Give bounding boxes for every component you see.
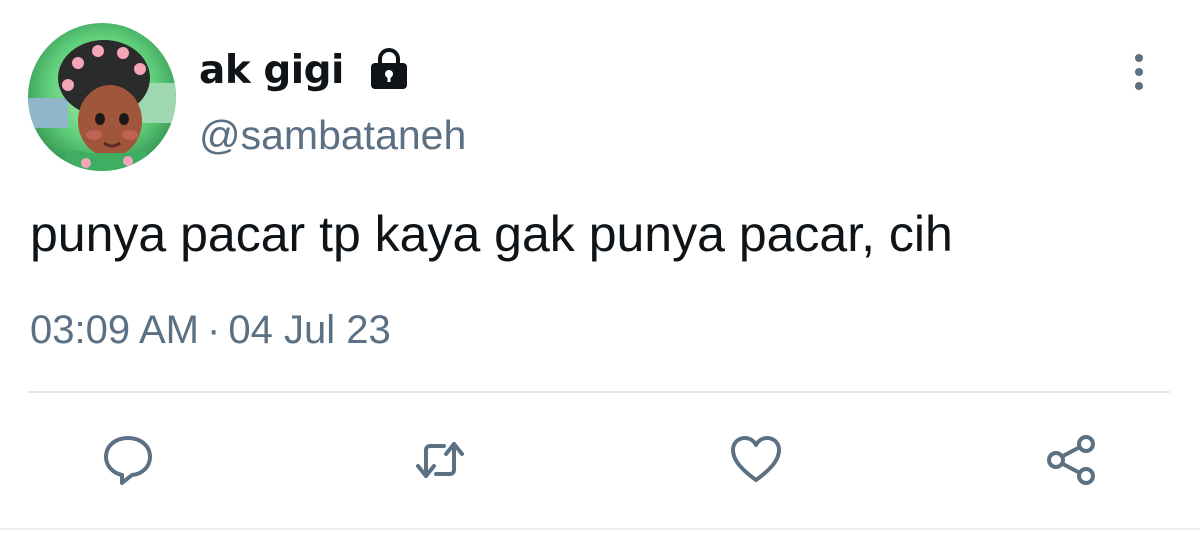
tweet-time: 03:09 AM bbox=[30, 308, 200, 352]
tweet-text: punya pacar tp kaya gak punya pacar, cih bbox=[30, 206, 953, 262]
heart-icon bbox=[731, 436, 781, 482]
share-button[interactable] bbox=[1044, 432, 1100, 488]
share-icon bbox=[1047, 435, 1095, 485]
tweet-date: 04 Jul 23 bbox=[228, 308, 391, 352]
avatar[interactable] bbox=[28, 23, 176, 171]
meta-separator: · bbox=[207, 308, 221, 352]
username-handle[interactable]: @sambataneh bbox=[199, 112, 466, 159]
lock-icon bbox=[366, 47, 412, 93]
tweet-timestamp[interactable]: 03:09 AM · 04 Jul 23 bbox=[30, 308, 391, 353]
reply-icon bbox=[104, 436, 152, 485]
retweet-button[interactable] bbox=[412, 432, 468, 488]
reply-button[interactable] bbox=[100, 432, 156, 488]
display-name[interactable]: ak gigi bbox=[199, 48, 344, 93]
retweet-icon bbox=[416, 442, 464, 478]
bottom-divider bbox=[0, 528, 1200, 530]
more-vertical-icon[interactable] bbox=[1122, 52, 1156, 92]
divider bbox=[28, 391, 1170, 393]
tweet-card: ak gigi @sambataneh punya pacar tp kaya … bbox=[0, 0, 1200, 547]
like-button[interactable] bbox=[728, 432, 784, 488]
display-name-row: ak gigi bbox=[199, 40, 412, 100]
